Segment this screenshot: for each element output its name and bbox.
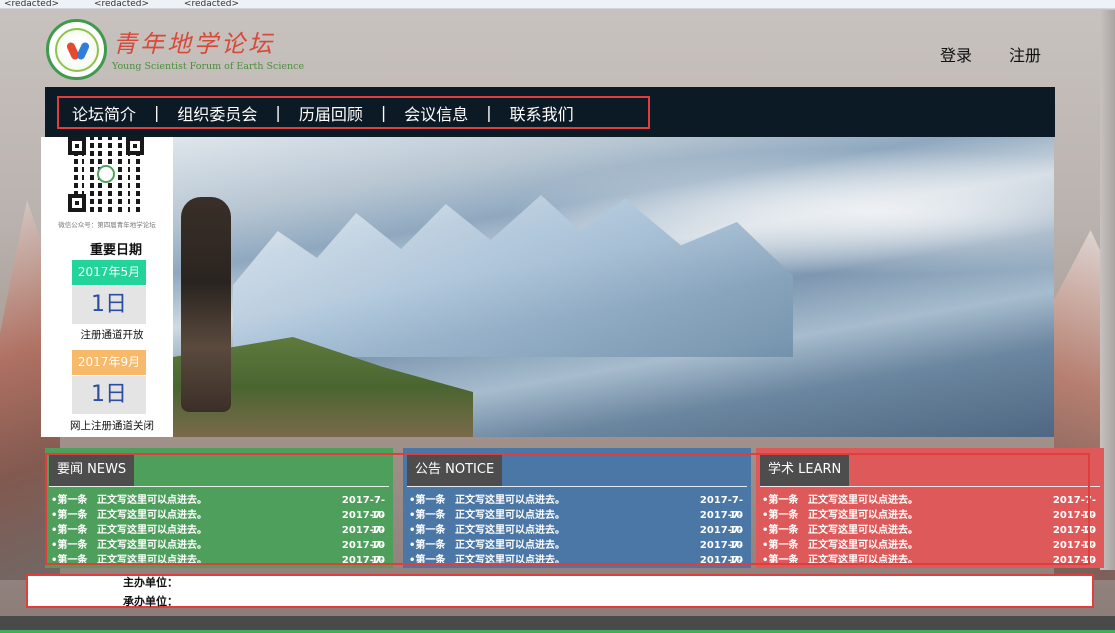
site-title: 青年地学论坛 — [113, 30, 275, 58]
footer-info: 主办单位： 承办单位： — [26, 574, 1094, 608]
register-link[interactable]: 注册 — [1009, 42, 1041, 66]
key-dates-title: 重要日期 — [89, 243, 142, 258]
date-month-badge: 2017年9月 — [72, 350, 146, 375]
site-subtitle: Young Scientist Forum of Earth Science — [112, 61, 305, 72]
login-link[interactable]: 登录 — [940, 42, 972, 66]
date-description: 网上注册通道关闭 — [70, 420, 154, 432]
qr-finder-icon — [68, 137, 86, 155]
date-day: 1日 — [72, 286, 146, 324]
nav-highlight-box — [57, 96, 650, 129]
logo-emblem-icon — [54, 27, 99, 72]
organizer-label: 主办单位： — [123, 576, 178, 589]
hero-banner-image — [173, 137, 1054, 437]
hiker-silhouette — [181, 197, 231, 412]
wechat-qr-code — [68, 137, 144, 212]
date-month-badge: 2017年5月 — [72, 260, 146, 285]
qr-finder-icon — [126, 137, 144, 155]
date-day: 1日 — [72, 376, 146, 414]
panels-highlight-box — [45, 453, 1090, 565]
menu-item[interactable]: <redacted> — [4, 0, 59, 8]
bottom-bar — [0, 616, 1115, 633]
date-description: 注册通道开放 — [80, 329, 144, 341]
wechat-caption: 微信公众号：第四届青年地学论坛 — [58, 221, 156, 229]
site-logo[interactable] — [46, 19, 107, 80]
menu-item[interactable]: <redacted> — [184, 0, 239, 8]
key-dates-panel: 微信公众号：第四届青年地学论坛 重要日期 2017年5月 1日 注册通道开放 2… — [41, 137, 173, 437]
co-organizer-label: 承办单位： — [123, 595, 178, 608]
glacier-shape — [233, 195, 793, 357]
qr-logo-icon — [97, 165, 115, 183]
qr-finder-icon — [68, 194, 86, 212]
menu-item[interactable]: <redacted> — [94, 0, 149, 8]
browser-menubar: <redacted> <redacted> <redacted> — [0, 0, 1115, 9]
